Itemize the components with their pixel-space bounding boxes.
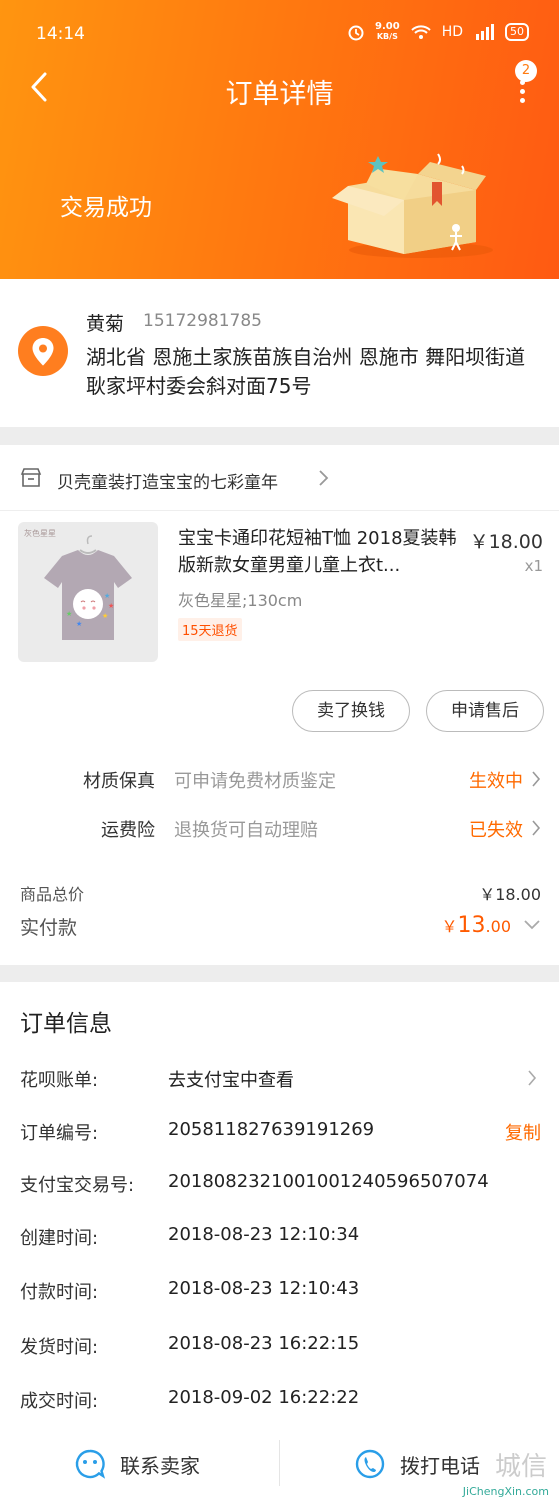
order-info-value: 去支付宝中查看 <box>168 1070 294 1091</box>
order-info-value: 2018-09-02 16:22:22 <box>168 1387 360 1408</box>
service-status: 生效中 <box>469 771 523 792</box>
order-info-label: 创建时间: <box>20 1228 99 1249</box>
product-spec: 灰色星星;130cm <box>178 591 303 610</box>
status-bar: 14:14 9.00 KB/S HD 50 <box>36 22 529 46</box>
watermark-logo: 城信 <box>494 1452 547 1482</box>
alarm-icon <box>348 25 364 41</box>
status-icons: 9.00 KB/S HD 50 <box>347 22 529 42</box>
order-info-row-paid: 付款时间: 2018-08-23 12:10:43 <box>0 1278 559 1308</box>
address-detail: 湖北省 恩施土家族苗族自治州 恩施市 舞阳坝街道 耿家坪村委会斜对面75号 <box>86 345 526 398</box>
recipient-phone: 15172981785 <box>143 311 262 331</box>
paid-amount-value: ￥13.00 <box>441 913 511 938</box>
chevron-right-icon <box>528 1070 537 1086</box>
chevron-right-icon <box>319 470 329 486</box>
paid-amount-row[interactable]: 实付款 ￥13.00 <box>0 913 559 945</box>
net-speed: 9.00 KB/S <box>375 21 400 42</box>
tshirt-illustration: ★ ★ ★ ★ ★ <box>44 535 132 640</box>
order-info-label: 支付宝交易号: <box>20 1175 135 1196</box>
more-menu-button[interactable]: 2 <box>503 60 539 104</box>
order-status-text: 交易成功 <box>60 195 152 221</box>
store-icon <box>20 468 42 487</box>
order-info-row-alipay-trade: 支付宝交易号: 2018082321001001240596507074 <box>0 1171 559 1201</box>
svg-text:★: ★ <box>108 602 114 610</box>
service-desc: 可申请免费材质鉴定 <box>174 771 336 792</box>
order-info-label: 订单编号: <box>20 1123 99 1144</box>
battery-indicator: 50 <box>505 23 529 41</box>
product-image-label: 灰色星星 <box>24 529 56 538</box>
shop-row[interactable]: 贝壳童装打造宝宝的七彩童年 <box>0 445 559 511</box>
order-info-label: 发货时间: <box>20 1337 99 1358</box>
order-header: 14:14 9.00 KB/S HD 50 订单详情 2 交易成功 <box>0 0 559 279</box>
svg-text:★: ★ <box>76 620 82 628</box>
service-row-material[interactable]: 材质保真 可申请免费材质鉴定 生效中 <box>0 767 559 797</box>
recipient-name: 黄菊 <box>86 313 125 335</box>
svg-text:★: ★ <box>104 592 110 600</box>
order-info-value: 2018082321001001240596507074 <box>168 1171 489 1192</box>
contact-seller-label: 联系卖家 <box>120 1453 200 1478</box>
order-info-section: 订单信息 花呗账单: 去支付宝中查看 订单编号: 205811827639191… <box>0 982 559 1500</box>
contact-seller-button[interactable]: 联系卖家 <box>74 1440 200 1488</box>
after-sale-button[interactable]: 申请售后 <box>426 690 544 732</box>
location-pin-icon <box>18 326 68 376</box>
signal-icon <box>476 24 494 40</box>
wifi-icon <box>410 25 431 39</box>
svg-text:★: ★ <box>66 610 72 618</box>
product-title[interactable]: 宝宝卡通印花短袖T恤 2018夏装韩版新款女童男童儿童上衣t... <box>178 525 468 579</box>
shop-name: 贝壳童装打造宝宝的七彩童年 <box>57 473 278 493</box>
chevron-right-icon <box>532 820 541 836</box>
chevron-right-icon <box>532 771 541 787</box>
return-policy-badge: 15天退货 <box>178 618 242 641</box>
hd-indicator: HD <box>441 24 463 40</box>
order-number-value: 205811827639191269 <box>168 1119 375 1140</box>
chat-face-icon <box>75 1449 106 1479</box>
watermark-text: JiChengXin.com <box>462 1485 549 1498</box>
total-price-value: ￥18.00 <box>479 885 541 904</box>
notification-badge: 2 <box>515 60 537 82</box>
divider <box>279 1440 280 1486</box>
svg-text:★: ★ <box>102 612 108 620</box>
service-desc: 退换货可自动理赔 <box>174 820 318 841</box>
more-dots-icon <box>520 80 526 107</box>
page-title: 订单详情 <box>225 79 334 110</box>
total-price-label: 商品总价 <box>20 885 85 904</box>
paid-amount-label: 实付款 <box>20 917 78 939</box>
service-status: 已失效 <box>469 820 523 841</box>
order-info-value: 2018-08-23 12:10:43 <box>168 1278 360 1299</box>
order-info-row-order-number: 订单编号: 205811827639191269 复制 <box>0 1119 559 1149</box>
chevron-down-icon <box>524 920 540 930</box>
status-time: 14:14 <box>36 24 85 44</box>
order-info-value: 2018-08-23 12:10:34 <box>168 1224 360 1245</box>
total-price-row: 商品总价 ￥18.00 <box>0 881 559 905</box>
package-box-illustration <box>332 153 493 258</box>
site-watermark: 城信 JiChengXin.com <box>433 1446 553 1500</box>
phone-icon <box>355 1449 385 1479</box>
order-info-row-completed: 成交时间: 2018-09-02 16:22:22 <box>0 1387 559 1417</box>
order-info-row-created: 创建时间: 2018-08-23 12:10:34 <box>0 1224 559 1254</box>
order-info-label: 付款时间: <box>20 1282 99 1303</box>
service-row-shipping-insurance[interactable]: 运费险 退换货可自动理赔 已失效 <box>0 816 559 846</box>
service-name: 材质保真 <box>83 771 155 792</box>
sell-for-cash-button[interactable]: 卖了换钱 <box>292 690 410 732</box>
order-info-value: 2018-08-23 16:22:15 <box>168 1333 360 1354</box>
copy-button[interactable]: 复制 <box>505 1119 541 1145</box>
order-info-row-huabei[interactable]: 花呗账单: 去支付宝中查看 <box>0 1066 559 1096</box>
order-info-label: 花呗账单: <box>20 1070 99 1091</box>
product-image[interactable]: 灰色星星 ★ ★ ★ ★ ★ <box>18 522 158 662</box>
order-info-title: 订单信息 <box>20 1011 112 1037</box>
product-price: ￥18.00 <box>469 531 543 553</box>
product-card: 贝壳童装打造宝宝的七彩童年 灰色星星 ★ ★ ★ ★ ★ 宝宝卡通印花短袖T恤 … <box>0 445 559 965</box>
service-name: 运费险 <box>101 820 155 841</box>
delivery-address: 黄菊 15172981785 湖北省 恩施土家族苗族自治州 恩施市 舞阳坝街道 … <box>0 279 559 427</box>
order-info-row-shipped: 发货时间: 2018-08-23 16:22:15 <box>0 1333 559 1363</box>
order-info-label: 成交时间: <box>20 1391 99 1412</box>
product-quantity: x1 <box>524 557 543 575</box>
